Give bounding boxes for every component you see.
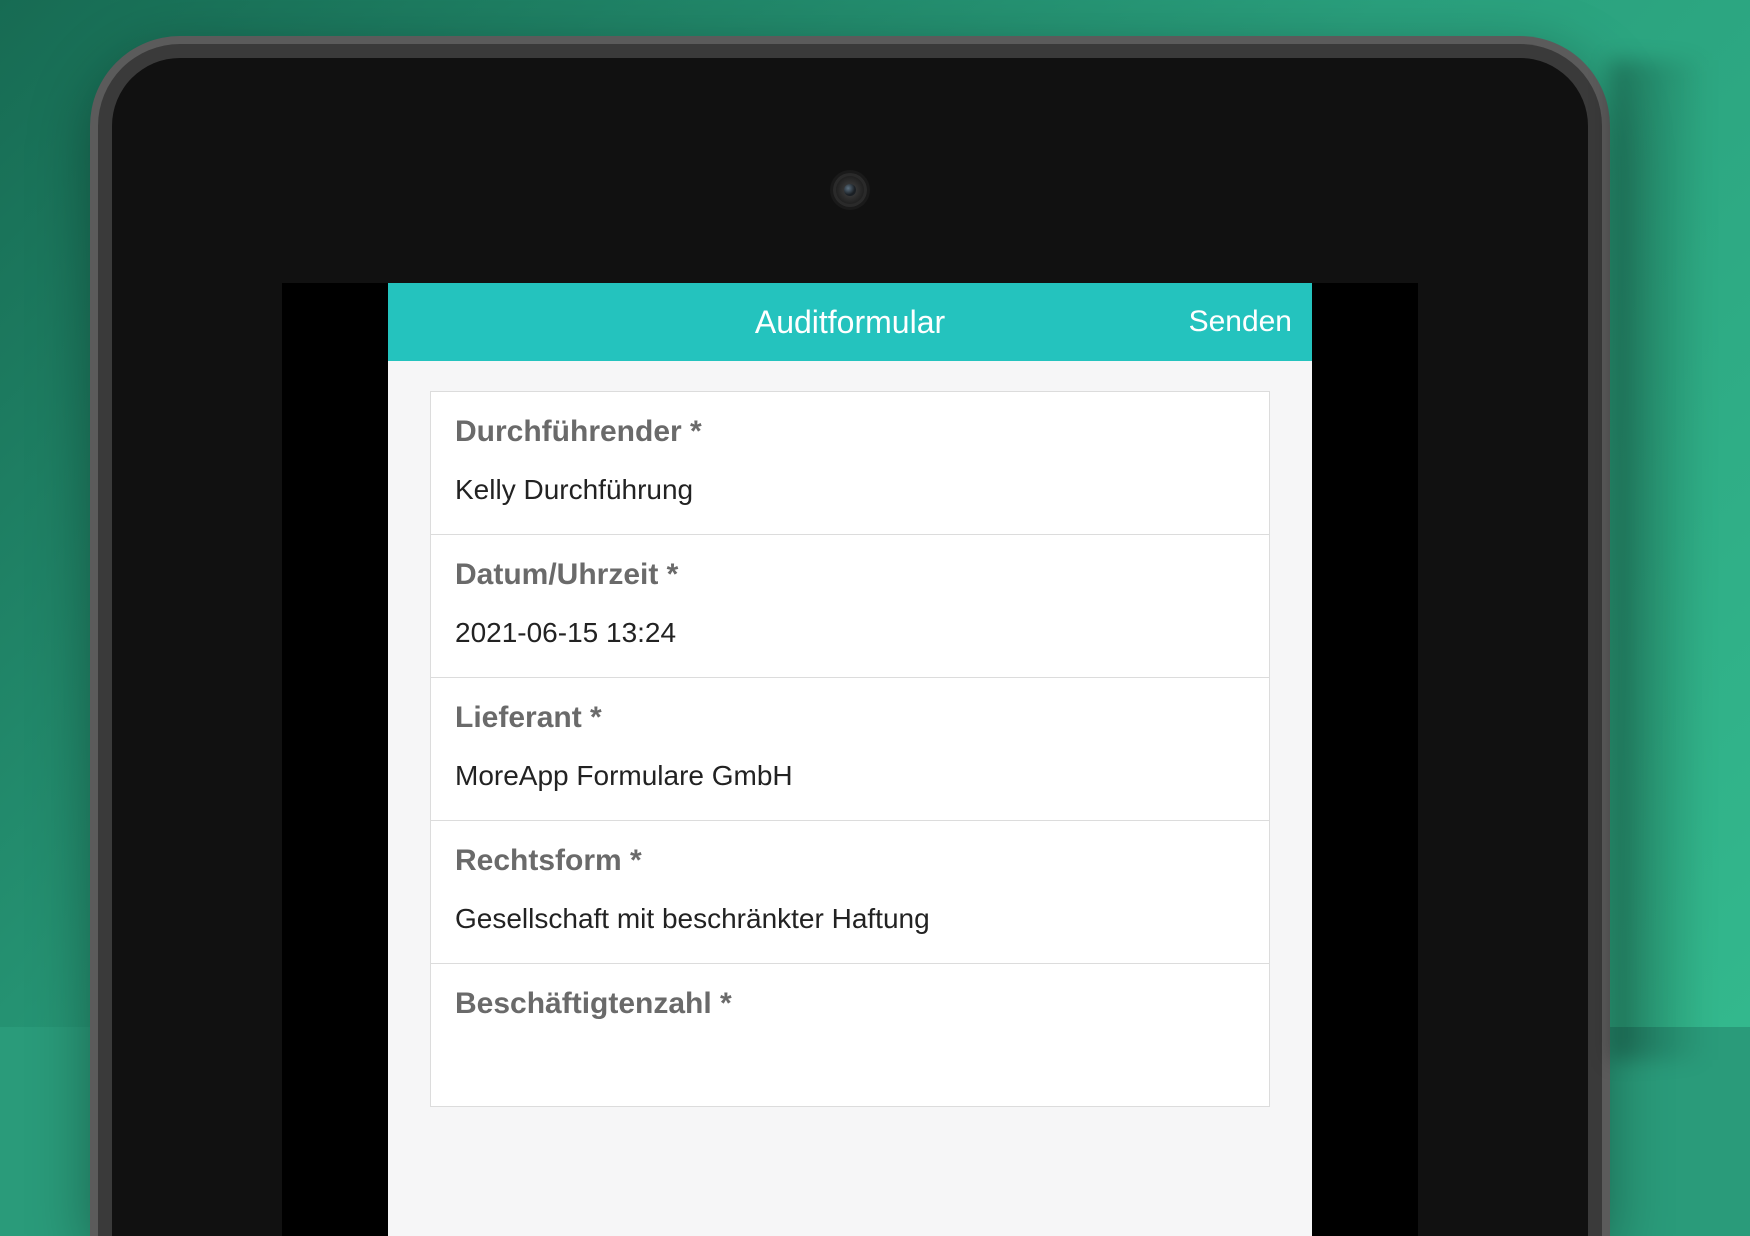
app-header: Auditformular Senden: [388, 283, 1312, 361]
field-input-durchfuehrender[interactable]: [455, 474, 1245, 506]
field-lieferant[interactable]: Lieferant *: [431, 678, 1269, 821]
field-beschaeftigtenzahl[interactable]: Beschäftigtenzahl *: [431, 964, 1269, 1106]
field-input-lieferant[interactable]: [455, 760, 1245, 792]
form-scroll-area[interactable]: Durchführender * Datum/Uhrzeit * Liefera…: [388, 361, 1312, 1236]
field-rechtsform[interactable]: Rechtsform *: [431, 821, 1269, 964]
field-input-rechtsform[interactable]: [455, 903, 1245, 935]
app-viewport: Auditformular Senden Durchführender * Da…: [388, 283, 1312, 1236]
tablet-bezel: Auditformular Senden Durchführender * Da…: [112, 58, 1588, 1236]
field-input-datum-uhrzeit[interactable]: [455, 617, 1245, 649]
field-label: Datum/Uhrzeit *: [455, 557, 1245, 593]
field-input-beschaeftigtenzahl[interactable]: [455, 1046, 1245, 1078]
field-label: Beschäftigtenzahl *: [455, 986, 1245, 1022]
tablet-screen: Auditformular Senden Durchführender * Da…: [282, 283, 1418, 1236]
form-card: Durchführender * Datum/Uhrzeit * Liefera…: [430, 391, 1270, 1107]
field-label: Rechtsform *: [455, 843, 1245, 879]
field-durchfuehrender[interactable]: Durchführender *: [431, 392, 1269, 535]
tablet-device-frame: Auditformular Senden Durchführender * Da…: [90, 36, 1610, 1236]
tablet-camera: [833, 173, 867, 207]
send-button[interactable]: Senden: [1169, 283, 1312, 361]
field-label: Durchführender *: [455, 414, 1245, 450]
field-label: Lieferant *: [455, 700, 1245, 736]
field-datum-uhrzeit[interactable]: Datum/Uhrzeit *: [431, 535, 1269, 678]
